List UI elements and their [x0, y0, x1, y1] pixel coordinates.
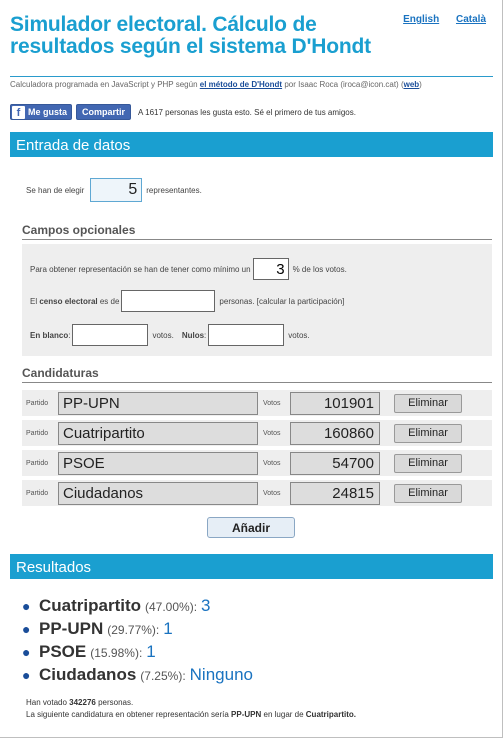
candidates-heading: Candidaturas	[22, 366, 492, 383]
result-seats: 1	[146, 642, 156, 661]
delete-candidate-button[interactable]: Eliminar	[394, 423, 462, 443]
next-pre: La siguiente candidatura en obtener repr…	[26, 710, 229, 719]
threshold-pre: Para obtener representación se han de te…	[30, 264, 251, 274]
threshold-post: % de los votos.	[292, 264, 347, 274]
seats-pre: Se han de elegir	[26, 185, 85, 195]
bullet-icon: ●	[22, 667, 31, 683]
party-name-input[interactable]: Ciudadanos	[58, 481, 258, 505]
party-votes-input[interactable]: 160860	[290, 421, 380, 445]
seats-input[interactable]	[90, 178, 143, 202]
party-name-input[interactable]: PSOE	[58, 451, 258, 475]
party-label: Partido	[26, 399, 49, 407]
like-count-text: A 1617 personas les gusta esto. Sé el pr…	[138, 107, 356, 117]
add-candidate-button[interactable]: Añadir	[207, 517, 295, 538]
votes-label: Votos	[263, 459, 281, 467]
like-label: Me gusta	[28, 107, 68, 117]
census-mid: es de	[99, 296, 120, 306]
byline-mid: por Isaac Roca (iroca@icon.cat) (	[284, 80, 404, 89]
result-party: PSOE	[39, 642, 87, 661]
page: Simulador electoral. Cálculo de resultad…	[0, 0, 503, 738]
party-votes-input[interactable]: 54700	[290, 451, 380, 475]
web-link[interactable]: web	[404, 80, 420, 89]
party-label: Partido	[26, 429, 49, 437]
byline-pre: Calculadora programada en JavaScript y P…	[10, 80, 198, 89]
result-party: Cuatripartito	[39, 596, 141, 615]
party-label: Partido	[26, 489, 49, 497]
facebook-icon: f	[12, 105, 25, 119]
party-votes-input[interactable]: 24815	[290, 481, 380, 505]
next-replaced: Cuatripartito.	[305, 710, 357, 719]
census-row: El censo electoral es de personas. [calc…	[30, 290, 344, 312]
votes-label: Votos	[263, 399, 281, 407]
input-section-header: Entrada de datos	[10, 132, 493, 157]
candidate-row: Partido PP-UPN Votos 101901 Eliminar	[22, 390, 492, 416]
votes-label: Votos	[263, 429, 281, 437]
result-percent: (15.98%):	[90, 646, 143, 660]
threshold-row: Para obtener representación se han de te…	[30, 258, 347, 280]
candidate-row: Partido Ciudadanos Votos 24815 Eliminar	[22, 480, 492, 506]
next-mid: en lugar de	[263, 710, 304, 719]
result-party: PP-UPN	[39, 619, 104, 638]
result-item: ● PSOE (15.98%): 1	[22, 642, 492, 665]
votes-label: Votos	[263, 489, 281, 497]
turnout-pre: Han votado	[26, 698, 67, 707]
turnout-post: personas.	[98, 698, 134, 707]
dhondt-method-link[interactable]: el método de D'Hondt	[200, 80, 282, 89]
result-percent: (47.00%):	[145, 600, 198, 614]
threshold-input[interactable]	[252, 258, 289, 280]
result-seats: 1	[163, 619, 173, 638]
party-name-input[interactable]: Cuatripartito	[58, 421, 258, 445]
language-switcher: English Català	[389, 14, 486, 25]
bullet-icon: ●	[22, 621, 31, 637]
blank-null-row: En blanco: votos. Nulos: votos.	[30, 324, 310, 346]
page-title: Simulador electoral. Cálculo de resultad…	[10, 13, 371, 58]
party-name-input[interactable]: PP-UPN	[58, 391, 258, 415]
byline-post: )	[419, 80, 422, 89]
census-label: censo electoral	[39, 296, 98, 306]
null-votes-word: votos.	[288, 330, 310, 340]
null-label: Nulos	[181, 330, 205, 340]
seats-row: Se han de elegir representantes.	[26, 178, 202, 202]
next-party: PP-UPN	[231, 710, 262, 719]
census-pre: El	[30, 296, 38, 306]
null-votes-input[interactable]	[208, 324, 285, 346]
party-label: Partido	[26, 459, 49, 467]
blank-votes-input[interactable]	[72, 324, 149, 346]
results-notes: Han votado 342276 personas. La siguiente…	[26, 697, 356, 721]
census-post: personas. [calcular la participación]	[219, 296, 345, 306]
blank-label: En blanco	[30, 330, 69, 340]
like-button[interactable]: f Me gusta	[10, 104, 73, 120]
optional-fields-heading: Campos opcionales	[22, 223, 492, 240]
census-input[interactable]	[121, 290, 216, 312]
share-button[interactable]: Compartir	[76, 104, 132, 120]
next-seat-note: La siguiente candidatura en obtener repr…	[26, 709, 356, 721]
facebook-widget: f Me gusta Compartir A 1617 personas les…	[10, 104, 356, 120]
seats-post: representantes.	[146, 185, 202, 195]
result-item: ● Ciudadanos (7.25%): Ninguno	[22, 665, 492, 688]
lang-english-link[interactable]: English	[403, 14, 439, 25]
results-list: ● Cuatripartito (47.00%): 3 ● PP-UPN (29…	[22, 596, 492, 688]
blank-votes-word: votos.	[152, 330, 174, 340]
turnout-note: Han votado 342276 personas.	[26, 697, 356, 709]
delete-candidate-button[interactable]: Eliminar	[394, 483, 462, 503]
result-seats: Ninguno	[189, 665, 253, 684]
candidate-row: Partido Cuatripartito Votos 160860 Elimi…	[22, 420, 492, 446]
turnout-value: 342276	[69, 698, 96, 707]
result-party: Ciudadanos	[39, 665, 137, 684]
optional-fields-panel: Para obtener representación se han de te…	[22, 244, 492, 356]
result-item: ● Cuatripartito (47.00%): 3	[22, 596, 492, 619]
result-percent: (29.77%):	[107, 623, 160, 637]
lang-catala-link[interactable]: Català	[456, 14, 486, 25]
byline: Calculadora programada en JavaScript y P…	[10, 76, 493, 89]
delete-candidate-button[interactable]: Eliminar	[394, 453, 462, 473]
bullet-icon: ●	[22, 644, 31, 660]
party-votes-input[interactable]: 101901	[290, 391, 380, 415]
result-seats: 3	[201, 596, 211, 615]
candidate-row: Partido PSOE Votos 54700 Eliminar	[22, 450, 492, 476]
bullet-icon: ●	[22, 598, 31, 614]
result-item: ● PP-UPN (29.77%): 1	[22, 619, 492, 642]
delete-candidate-button[interactable]: Eliminar	[394, 393, 462, 413]
result-percent: (7.25%):	[140, 669, 186, 683]
results-section-header: Resultados	[10, 554, 493, 579]
